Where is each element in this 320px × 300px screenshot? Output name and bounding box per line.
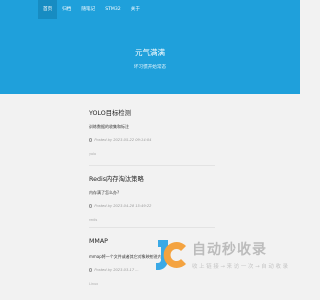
post-tag[interactable]: yolo xyxy=(89,152,96,156)
nav-home[interactable]: 首页 xyxy=(38,0,58,19)
clock-icon xyxy=(89,204,93,208)
post-meta: Posted by 2023-04-28 15:49:22 xyxy=(89,204,151,208)
post-date: Posted by 2023-04-28 15:49:22 xyxy=(94,204,152,208)
post-date: Posted by 2023-05-22 09:14:04 xyxy=(94,138,152,142)
hero-banner: 元气满满 坏习惯开始常态 xyxy=(0,19,300,94)
post-item: YOLO目标检测 训练数据的收集和标注 Posted by 2023-05-22… xyxy=(89,108,215,156)
watermark-subtitle: 收 上 链 接 → 来 访 一 次 → 自 动 收 录 xyxy=(192,264,288,270)
post-divider xyxy=(89,227,215,228)
clock-icon xyxy=(89,268,93,272)
post-meta: Posted by 2023-05-22 09:14:04 xyxy=(89,138,151,142)
nav-notes[interactable]: 随笔记 xyxy=(76,0,100,19)
post-item: Redis内存淘汰策略 内存满了怎么办? Posted by 2023-04-2… xyxy=(89,174,215,222)
post-excerpt: 内存满了怎么办? xyxy=(89,190,120,195)
site-subtitle: 坏习惯开始常态 xyxy=(133,65,167,70)
clock-icon xyxy=(89,138,93,142)
main-nav: 首页 归档 随笔记 STM32 关于 xyxy=(38,0,145,19)
nav-archive[interactable]: 归档 xyxy=(57,0,76,19)
post-tag[interactable]: redis xyxy=(89,218,97,222)
post-excerpt: 训练数据的收集和标注 xyxy=(89,124,129,129)
post-date: Posted by 2023-03-17 ... xyxy=(94,268,139,272)
post-title[interactable]: YOLO目标检测 xyxy=(89,108,215,117)
site-title: 元气满满 xyxy=(135,48,165,57)
jc-logo-icon xyxy=(156,240,186,270)
watermark-overlay: 自动秒收录 收 上 链 接 → 来 访 一 次 → 自 动 收 录 xyxy=(152,234,300,280)
nav-stm32[interactable]: STM32 xyxy=(100,0,126,19)
post-title[interactable]: Redis内存淘汰策略 xyxy=(89,174,215,183)
post-tag[interactable]: Linux xyxy=(89,282,98,286)
watermark-title: 自动秒收录 xyxy=(192,242,267,258)
post-meta: Posted by 2023-03-17 ... xyxy=(89,268,139,272)
post-divider xyxy=(89,165,215,166)
top-navbar: 首页 归档 随笔记 STM32 关于 xyxy=(0,0,300,19)
nav-about[interactable]: 关于 xyxy=(126,0,145,19)
